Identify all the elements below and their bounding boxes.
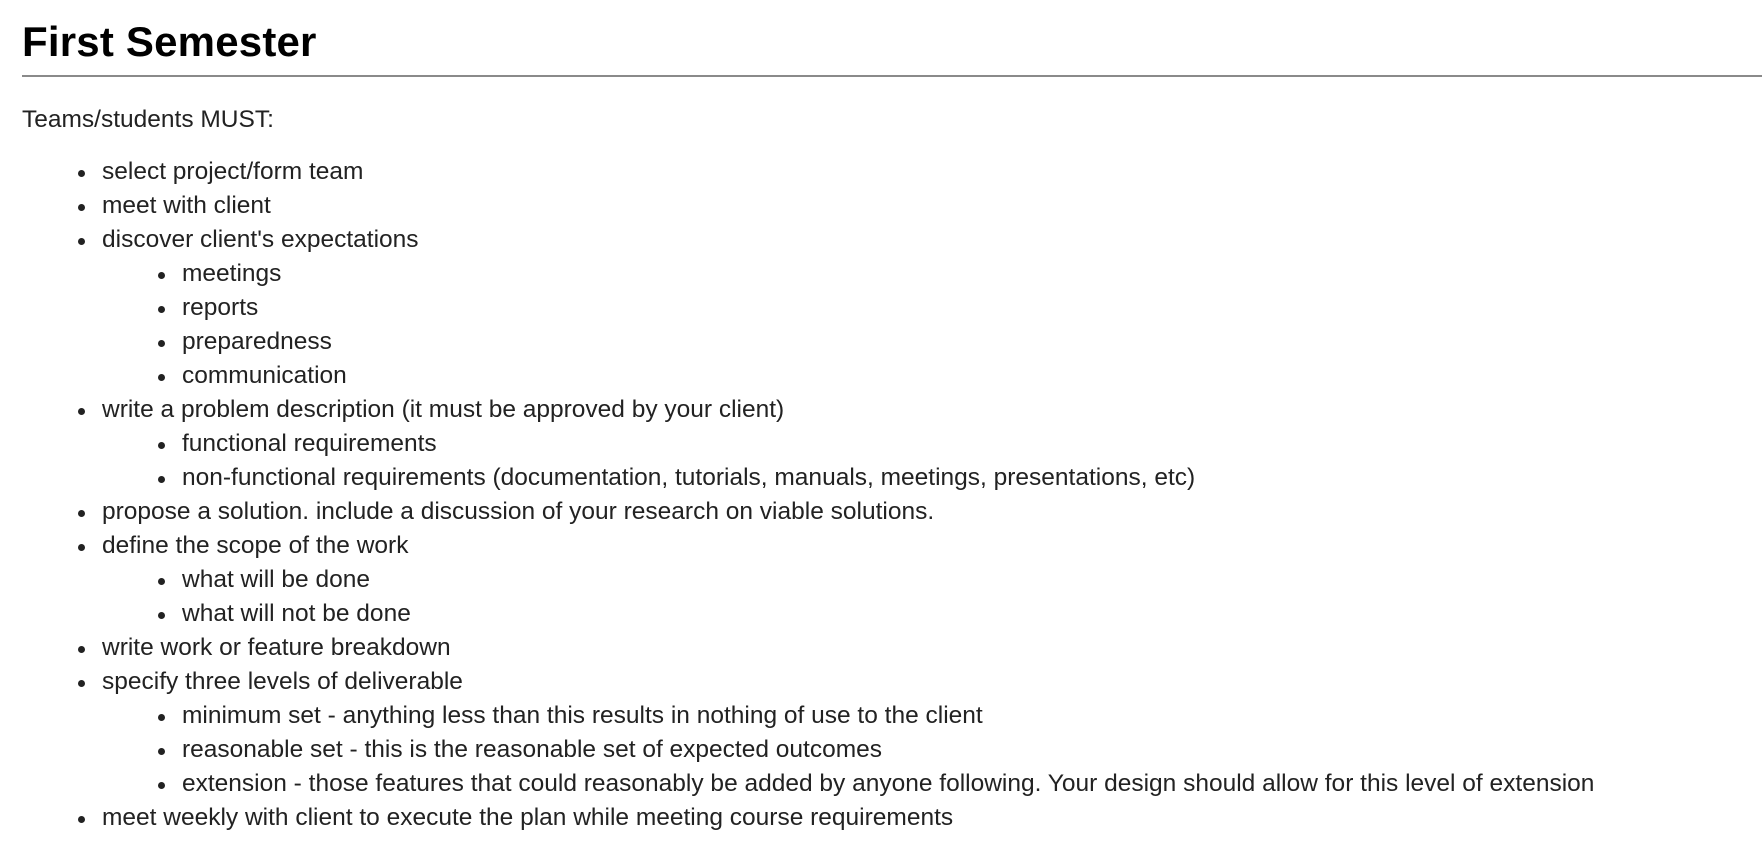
page-title: First Semester — [22, 18, 317, 65]
sub-list-item: what will not be done — [158, 597, 1762, 631]
sub-list-item-text: minimum set - anything less than this re… — [182, 702, 983, 729]
list-item: meet weekly with client to execute the p… — [78, 801, 1762, 835]
sub-list-item-text: reports — [182, 294, 259, 321]
sub-list-item-text: meetings — [182, 260, 282, 287]
sub-list: what will be done what will not be done — [102, 563, 1762, 631]
sub-list-item: extension - those features that could re… — [158, 767, 1762, 801]
sub-list-item: reasonable set - this is the reasonable … — [158, 733, 1762, 767]
sub-list: meetings reports preparedness communicat… — [102, 257, 1762, 393]
sub-list-item: functional requirements — [158, 427, 1762, 461]
intro-text: Teams/students MUST: — [22, 106, 274, 133]
list-item: select project/form team — [78, 155, 1762, 189]
sub-list-item: what will be done — [158, 563, 1762, 597]
horizontal-rule — [22, 75, 1762, 77]
document-page: First Semester Teams/students MUST: sele… — [0, 0, 1762, 854]
list-item-text: meet weekly with client to execute the p… — [102, 804, 954, 831]
list-item-text: meet with client — [102, 192, 271, 219]
list-item: define the scope of the work what will b… — [78, 529, 1762, 631]
requirements-list: select project/form team meet with clien… — [22, 155, 1762, 835]
sub-list: functional requirements non-functional r… — [102, 427, 1762, 495]
sub-list-item: preparedness — [158, 325, 1762, 359]
list-item: discover client's expectations meetings … — [78, 223, 1762, 393]
sub-list-item-text: extension - those features that could re… — [182, 770, 1595, 797]
list-item: propose a solution. include a discussion… — [78, 495, 1762, 529]
sub-list-item: minimum set - anything less than this re… — [158, 699, 1762, 733]
list-item-text: write a problem description (it must be … — [102, 396, 785, 423]
list-item-text: define the scope of the work — [102, 532, 409, 559]
sub-list-item-text: reasonable set - this is the reasonable … — [182, 736, 883, 763]
list-item-text: write work or feature breakdown — [102, 634, 451, 661]
list-item-text: specify three levels of deliverable — [102, 668, 463, 695]
list-item-text: select project/form team — [102, 158, 364, 185]
list-item: write a problem description (it must be … — [78, 393, 1762, 495]
sub-list-item: meetings — [158, 257, 1762, 291]
sub-list-item: communication — [158, 359, 1762, 393]
sub-list-item: non-functional requirements (documentati… — [158, 461, 1762, 495]
sub-list-item-text: communication — [182, 362, 347, 389]
list-item: write work or feature breakdown — [78, 631, 1762, 665]
sub-list-item-text: non-functional requirements (documentati… — [182, 464, 1196, 491]
list-item-text: propose a solution. include a discussion… — [102, 498, 935, 525]
list-item: specify three levels of deliverable mini… — [78, 665, 1762, 801]
sub-list-item-text: preparedness — [182, 328, 332, 355]
list-item: meet with client — [78, 189, 1762, 223]
list-item-text: discover client's expectations — [102, 226, 419, 253]
sub-list-item: reports — [158, 291, 1762, 325]
sub-list-item-text: functional requirements — [182, 430, 437, 457]
sub-list: minimum set - anything less than this re… — [102, 699, 1762, 801]
sub-list-item-text: what will not be done — [182, 600, 411, 627]
sub-list-item-text: what will be done — [182, 566, 370, 593]
